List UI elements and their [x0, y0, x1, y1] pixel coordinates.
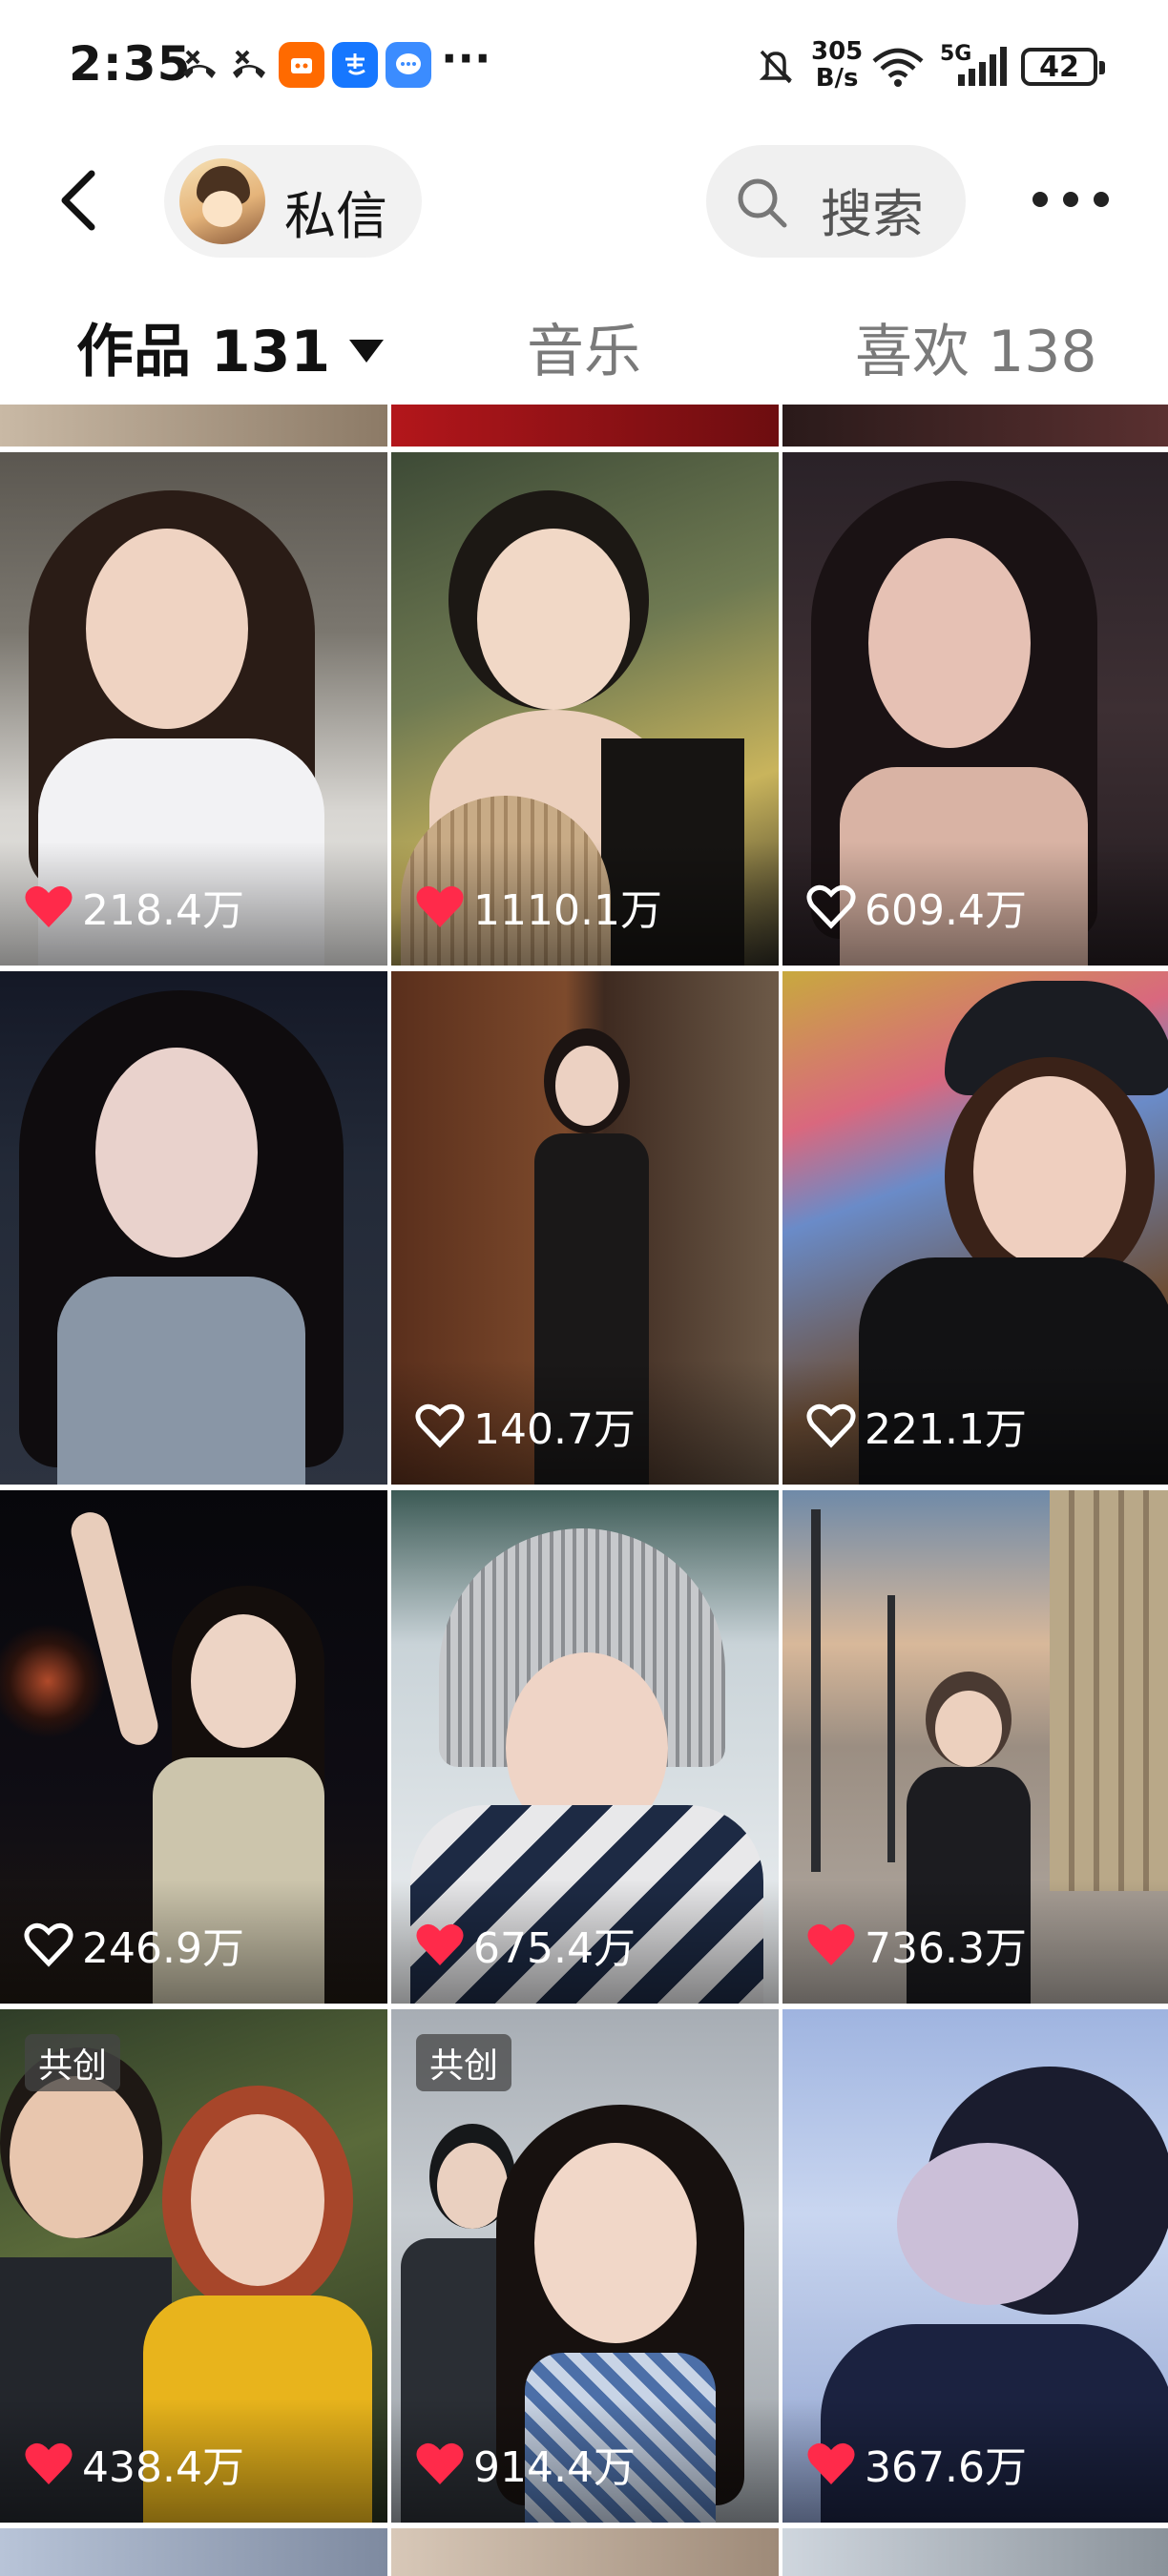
- like-count: 609.4万: [805, 876, 1027, 937]
- co-creation-badge: 共创: [416, 2034, 512, 2091]
- heart-filled-icon: [807, 1923, 855, 1965]
- profile-tabs: 作品 131 音乐 喜欢 138: [0, 286, 1168, 405]
- tab-works[interactable]: 作品 131: [76, 305, 385, 388]
- co-creation-badge: 共创: [25, 2034, 121, 2091]
- net-speed: 305 B/s: [811, 37, 864, 93]
- video-thumbnail[interactable]: 609.4万: [782, 452, 1168, 966]
- message-app-icon: [386, 42, 431, 88]
- video-thumbnail-partial[interactable]: [782, 2528, 1168, 2576]
- like-count: 367.6万: [805, 2433, 1027, 2494]
- like-count: 914.4万: [414, 2433, 636, 2494]
- heart-filled-icon: [25, 2442, 73, 2484]
- status-bar: 2:35 ··· 305 B/s 5G 42: [0, 0, 1168, 134]
- heart-outline-icon: [806, 1403, 856, 1448]
- like-count: 736.3万: [805, 1914, 1027, 1975]
- like-count: 140.7万: [414, 1395, 636, 1456]
- video-thumbnail-partial[interactable]: [391, 2528, 779, 2576]
- search-button[interactable]: 搜索: [706, 145, 966, 258]
- search-label: 搜索: [821, 184, 924, 244]
- missed-call-icon: [233, 50, 265, 78]
- more-dot-icon: [1032, 192, 1048, 207]
- more-options-button[interactable]: [1032, 183, 1109, 216]
- top-nav-bar: 私信 搜索: [0, 134, 1168, 267]
- video-thumbnail[interactable]: 1110.1万: [391, 452, 779, 966]
- private-message-button[interactable]: 私信: [164, 145, 422, 258]
- video-thumbnail[interactable]: 共创 438.4万: [0, 2009, 387, 2523]
- video-thumbnail[interactable]: 140.7万: [391, 971, 779, 1485]
- more-notifications-icon: ···: [441, 32, 491, 84]
- video-thumbnail[interactable]: 221.1万: [782, 971, 1168, 1485]
- video-thumbnail[interactable]: 共创 914.4万: [391, 2009, 779, 2523]
- heart-filled-icon: [416, 1923, 464, 1965]
- like-count: 218.4万: [23, 876, 244, 937]
- wifi-icon: [872, 48, 924, 87]
- avatar: [179, 158, 265, 244]
- heart-outline-icon: [806, 884, 856, 929]
- like-count: 438.4万: [23, 2433, 244, 2494]
- video-thumbnail[interactable]: 246.9万: [0, 1490, 387, 2004]
- video-grid: 218.4万 1110.1万 609.4万 140.7万 221.1万 246.…: [0, 405, 1168, 2576]
- signal-icon: [958, 47, 1007, 86]
- video-thumbnail[interactable]: 675.4万: [391, 1490, 779, 2004]
- video-thumbnail[interactable]: [0, 971, 387, 1485]
- taobao-app-icon: [279, 42, 324, 88]
- tab-works-label: 作品 131: [76, 319, 331, 385]
- tab-likes[interactable]: 喜欢 138: [855, 305, 1097, 388]
- like-count: 675.4万: [414, 1914, 636, 1975]
- video-thumbnail-partial[interactable]: [0, 2528, 387, 2576]
- video-thumbnail-partial[interactable]: [391, 405, 779, 447]
- video-thumbnail[interactable]: 218.4万: [0, 452, 387, 966]
- heart-filled-icon: [807, 2442, 855, 2484]
- video-thumbnail-partial[interactable]: [0, 405, 387, 447]
- caret-down-icon: [349, 340, 385, 364]
- heart-outline-icon: [24, 1922, 73, 1967]
- tab-music[interactable]: 音乐: [527, 305, 641, 388]
- alipay-app-icon: [332, 42, 378, 88]
- missed-call-icon: [183, 50, 216, 78]
- private-message-label: 私信: [284, 186, 387, 246]
- status-time: 2:35: [69, 36, 192, 92]
- more-dot-icon: [1063, 192, 1078, 207]
- mute-icon: [759, 50, 793, 84]
- heart-filled-icon: [25, 885, 73, 927]
- search-icon: [738, 178, 787, 228]
- back-arrow-icon[interactable]: [48, 162, 115, 239]
- like-count: 246.9万: [23, 1914, 244, 1975]
- like-count: 1110.1万: [414, 876, 662, 937]
- battery-indicator: 42: [1021, 48, 1105, 86]
- heart-outline-icon: [415, 1403, 465, 1448]
- video-thumbnail[interactable]: 367.6万: [782, 2009, 1168, 2523]
- more-dot-icon: [1094, 192, 1109, 207]
- like-count: 221.1万: [805, 1395, 1027, 1456]
- video-thumbnail[interactable]: 736.3万: [782, 1490, 1168, 2004]
- video-thumbnail-partial[interactable]: [782, 405, 1168, 447]
- heart-filled-icon: [416, 885, 464, 927]
- heart-filled-icon: [416, 2442, 464, 2484]
